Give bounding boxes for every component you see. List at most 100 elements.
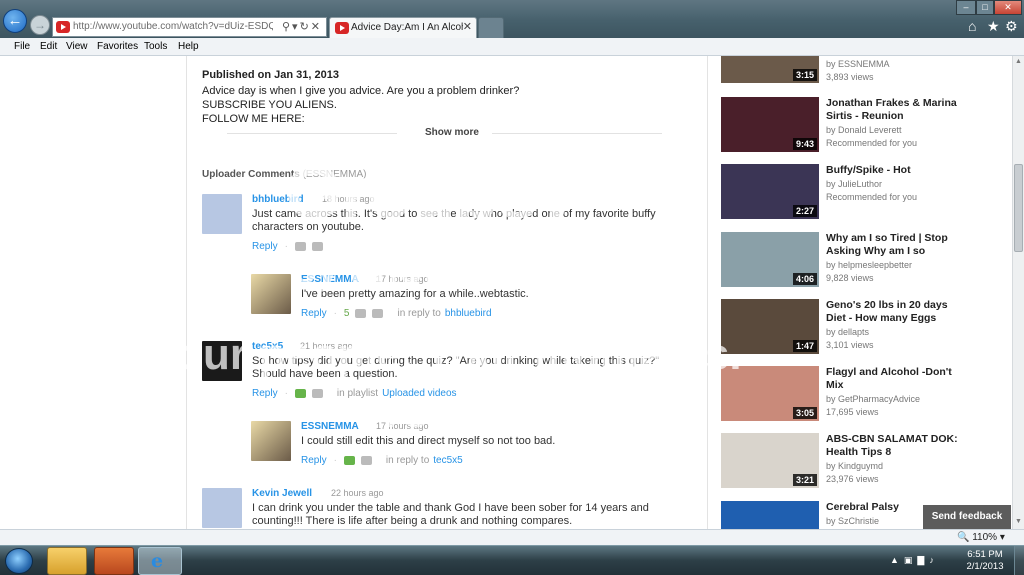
reply-link[interactable]: Reply <box>301 455 327 466</box>
video-channel[interactable]: by JulieLuthor <box>826 179 882 189</box>
media-player-icon[interactable] <box>94 547 134 575</box>
published-date: Published on Jan 31, 2013 <box>202 69 339 81</box>
back-button[interactable]: ← <box>3 9 27 33</box>
start-button[interactable] <box>5 548 33 574</box>
home-icon[interactable]: ⌂ <box>968 18 976 34</box>
video-channel[interactable]: by SzChristie <box>826 516 879 526</box>
video-channel[interactable]: by Donald Leverett <box>826 125 902 135</box>
video-title[interactable]: Geno's 20 lbs in 20 days Diet - How many… <box>826 299 966 325</box>
avatar[interactable] <box>202 341 242 381</box>
thumbs-up-icon[interactable] <box>294 241 306 251</box>
video-thumbnail[interactable]: 1:47 <box>721 299 819 354</box>
show-more-button[interactable]: Show more <box>425 127 479 138</box>
menu-help[interactable]: Help <box>178 41 199 52</box>
thumbs-down-icon[interactable] <box>311 241 323 251</box>
related-video[interactable]: 2:27 Buffy/Spike - Hot by JulieLuthor Re… <box>721 164 1001 220</box>
video-title[interactable]: Flagyl and Alcohol -Don't Mix <box>826 366 966 392</box>
thumbs-down-icon[interactable] <box>360 455 372 465</box>
scroll-down-icon[interactable]: ▼ <box>1015 518 1022 525</box>
video-channel[interactable]: by dellapts <box>826 327 869 337</box>
address-bar[interactable]: http://www.youtube.com/watch?v=dUiz-ESDQ… <box>52 17 327 37</box>
minimize-button[interactable]: – <box>956 0 976 15</box>
video-thumbnail[interactable]: 9:43 <box>721 97 819 152</box>
thumbs-up-icon[interactable] <box>294 388 306 398</box>
show-desktop-button[interactable] <box>1014 546 1024 575</box>
tab-close-icon[interactable]: ✕ <box>463 20 472 33</box>
thumbs-up-icon[interactable] <box>355 308 367 318</box>
thumbs-down-icon[interactable] <box>372 308 384 318</box>
internet-explorer-icon[interactable]: e <box>138 547 182 575</box>
related-video[interactable]: 3:21 ABS-CBN SALAMAT DOK: Health Tips 8 … <box>721 433 1001 489</box>
video-thumbnail[interactable]: 3:21 <box>721 433 819 488</box>
comment-author[interactable]: ESSNEMMA <box>301 421 359 432</box>
clock[interactable]: 6:51 PM 2/1/2013 <box>966 549 1004 573</box>
main-column: Published on Jan 31, 2013 Advice day is … <box>186 56 708 529</box>
vertical-scrollbar[interactable]: ▲ ▼ <box>1012 56 1024 529</box>
web-page: Published on Jan 31, 2013 Advice day is … <box>0 56 1012 529</box>
video-thumbnail[interactable]: 2:27 <box>721 164 819 219</box>
video-channel[interactable]: by ESSNEMMA <box>826 59 890 69</box>
reply-link[interactable]: Reply <box>252 241 278 252</box>
thumbs-down-icon[interactable] <box>311 388 323 398</box>
system-tray-icons[interactable]: ▲▣▇♪ <box>890 555 939 566</box>
new-tab-button[interactable] <box>478 17 504 38</box>
avatar[interactable] <box>251 274 291 314</box>
reply-context-link[interactable]: tec5x5 <box>433 455 462 466</box>
comment-author[interactable]: tec5x5 <box>252 341 283 352</box>
clock-date: 2/1/2013 <box>966 561 1004 572</box>
forward-button[interactable]: → <box>30 15 50 35</box>
video-channel[interactable]: by helpmesleepbetter <box>826 260 912 270</box>
comment-author[interactable]: ESSNEMMA <box>301 274 359 285</box>
menu-view[interactable]: View <box>66 41 88 52</box>
menu-file[interactable]: File <box>14 41 30 52</box>
reply-context-link[interactable]: bhbluebird <box>445 308 492 319</box>
menu-bar: File Edit View Favorites Tools Help <box>0 38 1024 56</box>
related-video[interactable]: 3:15 by ESSNEMMA 3,893 views <box>721 56 1001 84</box>
video-title[interactable]: ABS-CBN SALAMAT DOK: Health Tips 8 <box>826 433 966 459</box>
avatar[interactable] <box>251 421 291 461</box>
zoom-level[interactable]: 🔍 110% ▾ <box>957 532 1005 543</box>
menu-tools[interactable]: Tools <box>144 41 167 52</box>
menu-favorites[interactable]: Favorites <box>97 41 138 52</box>
video-title[interactable]: Why am I so Tired | Stop Asking Why am I… <box>826 232 966 258</box>
avatar[interactable] <box>202 194 242 234</box>
related-video[interactable]: 9:43 Jonathan Frakes & Marina Sirtis - R… <box>721 97 1001 153</box>
comment-actions: Reply · 5 in reply to bhbluebird <box>301 308 492 319</box>
maximize-button[interactable]: □ <box>976 0 994 15</box>
video-thumbnail[interactable]: 4:06 <box>721 232 819 287</box>
divider-right <box>492 133 662 134</box>
playlist-context: in playlist <box>336 388 379 399</box>
star-icon[interactable]: ★ <box>987 18 1000 35</box>
gear-icon[interactable]: ⚙ <box>1005 18 1018 35</box>
scroll-up-icon[interactable]: ▲ <box>1015 58 1022 65</box>
video-thumbnail[interactable]: 3:05 <box>721 366 819 421</box>
address-url[interactable]: http://www.youtube.com/watch?v=dUiz-ESDQ… <box>73 21 273 32</box>
video-title[interactable]: Buffy/Spike - Hot <box>826 164 966 177</box>
related-video[interactable]: 4:06 Why am I so Tired | Stop Asking Why… <box>721 232 1001 288</box>
send-feedback-button[interactable]: Send feedback <box>923 505 1011 529</box>
video-thumbnail[interactable] <box>721 501 819 529</box>
comment-author[interactable]: Kevin Jewell <box>252 488 312 499</box>
video-channel[interactable]: by GetPharmacyAdvice <box>826 394 920 404</box>
video-channel[interactable]: by Kindguymd <box>826 461 883 471</box>
video-title[interactable]: Jonathan Frakes & Marina Sirtis - Reunio… <box>826 97 966 123</box>
video-thumbnail[interactable]: 3:15 <box>721 56 819 83</box>
menu-edit[interactable]: Edit <box>40 41 57 52</box>
folder-icon[interactable] <box>47 547 87 575</box>
thumbs-up-icon[interactable] <box>343 455 355 465</box>
scrollbar-thumb[interactable] <box>1014 164 1023 252</box>
tab-active[interactable]: Advice Day:Am I An Alcoho... ✕ <box>329 17 477 38</box>
reply-link[interactable]: Reply <box>301 308 327 319</box>
comment-author[interactable]: bhbluebird <box>252 194 304 205</box>
close-window-button[interactable]: ✕ <box>994 0 1022 15</box>
related-video[interactable]: 1:47 Geno's 20 lbs in 20 days Diet - How… <box>721 299 1001 355</box>
video-meta: 23,976 views <box>826 474 879 484</box>
avatar[interactable] <box>202 488 242 528</box>
address-bar-icons[interactable]: ⚲▾↻✕ <box>282 20 322 33</box>
status-bar: 🔍 110% ▾ <box>0 529 1024 545</box>
playlist-link[interactable]: Uploaded videos <box>382 388 457 399</box>
comment: Kevin Jewell 22 hours ago I can drink yo… <box>202 488 702 529</box>
reply-link[interactable]: Reply <box>252 388 278 399</box>
related-video[interactable]: 3:05 Flagyl and Alcohol -Don't Mix by Ge… <box>721 366 1001 422</box>
comment-actions: Reply · <box>252 241 329 252</box>
